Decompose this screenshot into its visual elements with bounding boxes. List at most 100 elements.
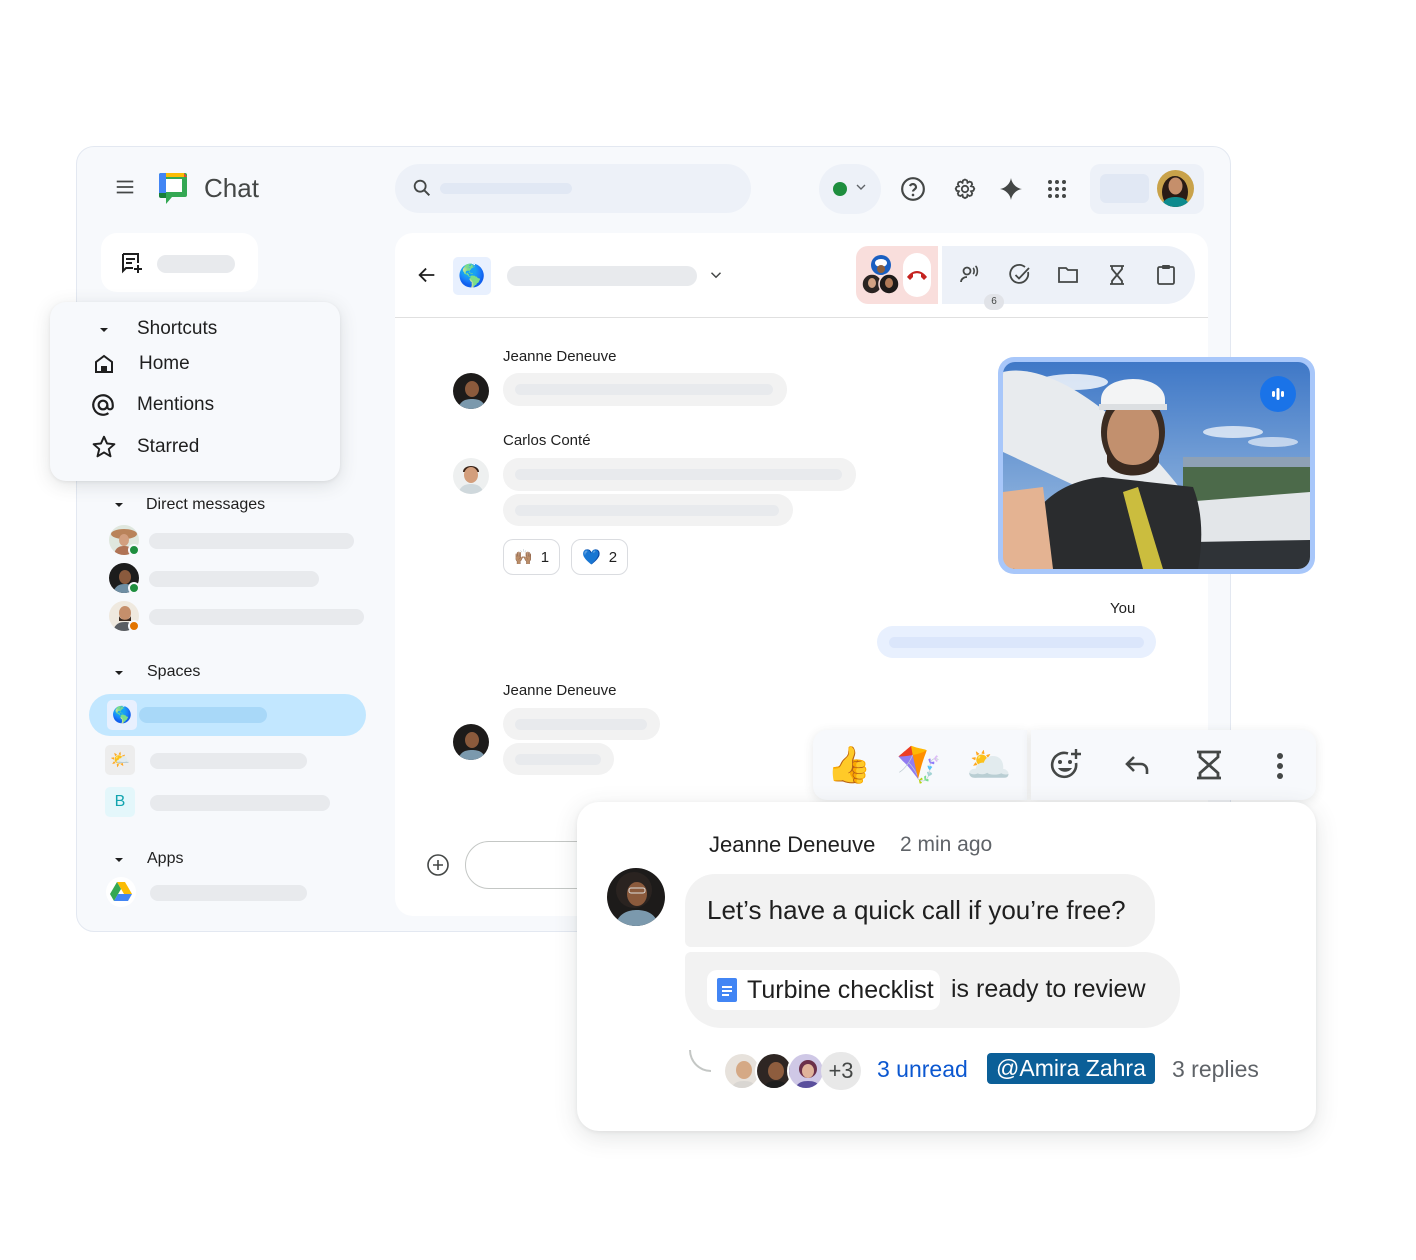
reaction-sun-behind-cloud[interactable]: 🌥️ [965,742,1013,788]
space-name-placeholder[interactable] [150,795,330,811]
main-menu-button[interactable] [113,175,137,199]
members-button[interactable]: 6 [958,263,1004,310]
reaction-chip[interactable]: 💙 2 [571,539,629,575]
spaces-header[interactable]: Spaces [147,663,200,681]
active-call-indicator[interactable] [856,246,938,304]
tasks-button[interactable] [1008,263,1032,287]
at-sign-icon [90,392,116,418]
own-message-bubble[interactable] [877,626,1156,658]
space-tools: 6 [942,246,1195,310]
presence-online [128,544,140,556]
message-bubble[interactable]: Let’s have a quick call if you’re free? [685,874,1155,947]
apps-header[interactable]: Apps [147,850,183,868]
sender-avatar[interactable] [453,458,489,494]
dm-item-name-placeholder[interactable] [149,609,364,625]
account-area[interactable] [1090,164,1204,214]
more-options-button[interactable] [1262,747,1298,783]
doc-chip[interactable]: Turbine checklist [707,970,940,1010]
shortcuts-header[interactable]: Shortcuts [137,318,217,340]
caret-down-icon[interactable] [98,324,110,336]
status-button[interactable] [819,164,881,214]
space-name-placeholder [139,707,267,723]
more-participants-count: +3 [821,1052,861,1090]
dm-item-avatar[interactable] [109,525,140,556]
message-bubble[interactable] [503,373,787,406]
space-item-active[interactable]: 🌎 [89,694,366,736]
back-button[interactable] [415,263,439,287]
dm-item-avatar[interactable] [109,563,140,594]
quick-reactions-bar: 👍 🪁 🌥️ [813,730,1027,800]
replies-count[interactable]: 3 replies [1172,1056,1259,1083]
reaction-count: 2 [608,548,618,566]
more-vert-icon [1277,753,1283,779]
video-call-tile[interactable] [998,357,1315,574]
message-text: is ready to review [951,975,1146,1003]
message-sender-you: You [1110,600,1136,617]
new-chat-label-placeholder [157,255,235,273]
sender-avatar[interactable] [453,724,489,760]
message-bubble[interactable]: Turbine checklist is ready to review [685,952,1180,1028]
dm-item-name-placeholder[interactable] [149,571,319,587]
settings-icon [954,178,976,200]
reaction-kite[interactable]: 🪁 [895,742,943,788]
clipboard-button[interactable] [1154,263,1178,287]
call-end-icon [907,271,927,280]
reply-button[interactable] [1120,747,1156,783]
hourglass-button[interactable] [1191,747,1227,783]
new-chat-button[interactable] [101,233,258,292]
google-drive-app[interactable] [106,877,136,907]
presence-away [128,620,140,632]
gemini-button[interactable] [997,175,1025,203]
hourglass-icon [1110,265,1124,285]
files-button[interactable] [1056,263,1080,287]
account-avatar[interactable] [1157,170,1194,207]
app-title: Chat [204,173,259,203]
hamburger-icon [116,180,134,194]
add-reaction-button[interactable] [1048,747,1084,783]
shortcut-mentions[interactable]: Mentions [137,394,214,416]
shortcut-home[interactable]: Home [139,353,190,375]
doc-chip-title: Turbine checklist [747,975,934,1004]
unread-count-link[interactable]: 3 unread [877,1056,968,1083]
member-count-badge: 6 [984,294,1004,310]
shortcut-starred[interactable]: Starred [137,436,199,458]
caret-down-icon[interactable] [113,667,125,679]
space-name-placeholder[interactable] [150,753,307,769]
help-button[interactable] [899,175,927,203]
app-name-placeholder[interactable] [150,885,307,901]
space-icon: 🌎 [107,700,137,730]
sender-avatar[interactable] [453,373,489,409]
message-bubble[interactable] [503,743,614,775]
reaction-chip[interactable]: 🙌🏽 1 [503,539,561,575]
settings-button[interactable] [951,175,979,203]
message-actions-bar [1031,730,1316,800]
highlighted-message-card: Jeanne Deneuve 2 min ago Let’s have a qu… [577,802,1316,1131]
google-docs-icon [717,978,737,1002]
timer-button[interactable] [1105,263,1129,287]
reaction-thumbs-up[interactable]: 👍 [825,742,873,788]
caret-down-icon[interactable] [113,854,125,866]
reaction-emoji: 💙 [582,549,601,566]
space-name-placeholder[interactable] [507,266,697,286]
space-icon-letter[interactable]: B [105,787,135,817]
caret-down-icon[interactable] [113,499,125,511]
message-bubble[interactable] [503,708,660,740]
message-bubble[interactable] [503,494,793,526]
search-bar[interactable] [395,164,751,213]
message-bubble[interactable] [503,458,856,491]
members-icon [960,265,979,283]
add-attachment-button[interactable] [426,853,450,877]
mention-chip[interactable]: @Amira Zahra [987,1053,1155,1084]
space-avatar: 🌎 [453,257,491,295]
chat-logo [157,171,193,207]
card-sender-avatar[interactable] [607,868,665,926]
card-timestamp: 2 min ago [900,833,993,856]
dm-item-avatar[interactable] [109,601,140,632]
header-divider [395,317,1208,318]
dm-item-name-placeholder[interactable] [149,533,354,549]
direct-messages-header[interactable]: Direct messages [146,496,265,514]
space-icon[interactable]: 🌤️ [105,745,135,775]
google-apps-button[interactable] [1043,175,1071,203]
hang-up-button[interactable] [903,253,931,297]
chevron-down-icon[interactable] [707,266,725,284]
